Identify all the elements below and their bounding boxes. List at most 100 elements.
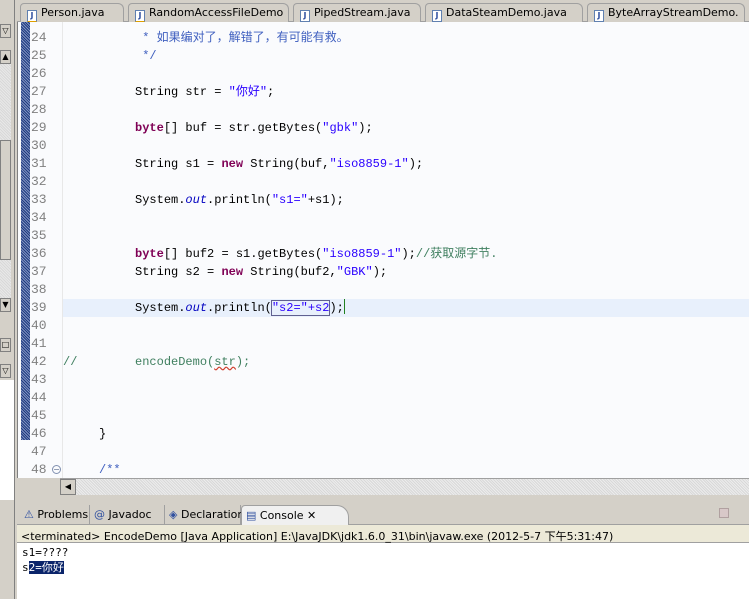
code-line[interactable] (63, 173, 749, 191)
code-editor[interactable]: 24 * 如果编对了，解错了，有可能有救。 25 */ 26 27 String st… (17, 22, 749, 478)
line-number: 26 (31, 66, 47, 81)
code-line[interactable]: // encodeDemo(str); (63, 353, 749, 371)
java-file-icon: J (300, 10, 310, 22)
code-token: * 如果编对了，解错了，有可能有救。 (63, 31, 349, 45)
java-file-warning-icon: J (27, 10, 37, 22)
horizontal-scrollbar[interactable]: ◀ (60, 478, 749, 495)
editor-tab[interactable]: J PipedStream.java (293, 3, 421, 22)
selected-text: 2=你好 (28, 561, 64, 574)
code-line[interactable] (63, 371, 749, 389)
java-file-icon: J (594, 10, 604, 22)
code-token: out (185, 193, 208, 207)
line-number: 39 (31, 300, 47, 315)
editor-tab[interactable]: J Person.java (20, 3, 124, 22)
code-token: byte (135, 247, 164, 261)
code-token: byte (135, 121, 164, 135)
line-number: 47 (31, 444, 47, 459)
line-number: 31 (31, 156, 47, 171)
editor-tab[interactable]: J DataSteamDemo.java (425, 3, 583, 22)
code-line[interactable] (63, 281, 749, 299)
code-token: ); (408, 157, 424, 171)
code-line[interactable]: byte[] buf = str.getBytes("gbk"); (63, 119, 749, 137)
editor-tab-bar: J Person.java J RandomAccessFileDemo J PipedS… (17, 0, 749, 22)
panel-tab[interactable]: @ Javadoc (90, 505, 165, 525)
tab-label: Problems (37, 508, 89, 521)
code-line[interactable] (63, 389, 749, 407)
tab-label: ByteArrayStreamDemo. (608, 6, 739, 19)
tab-label: Javadoc (108, 508, 152, 521)
code-line[interactable] (63, 137, 749, 155)
code-token: "GBK" (336, 265, 373, 279)
code-line[interactable] (63, 335, 749, 353)
maximize-icon[interactable]: □ (0, 338, 11, 352)
code-line[interactable]: String str = "你好"; (63, 83, 749, 101)
tab-label: Console (259, 509, 304, 522)
side-view-strip: ▽ ▲ ▼ □ ▽ (0, 0, 15, 599)
scroll-thumb[interactable] (0, 140, 11, 260)
line-number: 30 (31, 138, 47, 153)
code-line[interactable]: byte[] buf2 = s1.getBytes("iso8859-1");/… (63, 245, 749, 263)
terminate-icon[interactable] (719, 508, 729, 518)
code-line[interactable]: String s1 = new String(buf,"iso8859-1"); (63, 155, 749, 173)
at-icon: @ (94, 508, 109, 521)
console-output[interactable]: s1=???? s2=你好 (17, 543, 749, 599)
fold-icon[interactable]: − (52, 465, 61, 474)
line-number: 25 (31, 48, 47, 63)
editor-tab[interactable]: J ByteArrayStreamDemo. (587, 3, 745, 22)
console-line: s1=???? (22, 546, 69, 559)
line-number: 27 (31, 84, 47, 99)
code-line[interactable]: System.out.println("s1="+s1); (63, 191, 749, 209)
close-icon[interactable]: ✕ (304, 509, 316, 522)
code-token: // encodeDemo( (63, 355, 215, 369)
code-token: String(buf, (243, 157, 330, 171)
java-file-icon: J (432, 10, 442, 22)
code-token: ); (235, 355, 251, 369)
code-line[interactable] (63, 443, 749, 461)
code-token: new (221, 265, 244, 279)
code-line[interactable] (63, 101, 749, 119)
problems-icon: ⚠ (24, 508, 38, 521)
code-line[interactable] (63, 65, 749, 83)
code-line[interactable]: */ (63, 47, 749, 65)
code-line[interactable]: } (63, 425, 749, 443)
java-file-warning-icon: J (135, 10, 145, 22)
panel-tab[interactable]: ⚠ Problems (20, 505, 90, 525)
line-number: 35 (31, 228, 47, 243)
scroll-up-button[interactable]: ▲ (0, 50, 11, 64)
declaration-icon: ◈ (169, 508, 181, 521)
view-menu-icon[interactable]: ▽ (0, 24, 11, 38)
code-line[interactable]: String s2 = new String(buf2,"GBK"); (63, 263, 749, 281)
code-token: .println( (207, 193, 272, 207)
code-line[interactable] (63, 407, 749, 425)
line-number: 37 (31, 264, 47, 279)
code-token: ); (401, 247, 416, 261)
code-token: } (63, 427, 107, 441)
overview-ruler (21, 22, 30, 440)
scroll-left-button[interactable]: ◀ (60, 479, 76, 495)
scroll-down-button[interactable]: ▼ (0, 298, 11, 312)
tab-label: Declaration (180, 508, 245, 521)
code-token: "你好" (228, 85, 268, 99)
code-line[interactable]: /** (63, 461, 749, 479)
code-token: [] buf = str.getBytes( (163, 121, 323, 135)
code-line[interactable]: * 如果编对了，解错了，有可能有救。 (63, 29, 749, 47)
code-line[interactable] (63, 317, 749, 335)
panel-tab[interactable]: ▤ Console ✕ (241, 505, 349, 525)
line-number: 38 (31, 282, 47, 297)
editor-tab[interactable]: J RandomAccessFileDemo (128, 3, 289, 22)
line-number: 45 (31, 408, 47, 423)
code-line[interactable] (63, 227, 749, 245)
tab-label: PipedStream.java (314, 6, 411, 19)
line-number: 43 (31, 372, 47, 387)
code-token: System. (63, 301, 186, 315)
code-line[interactable]: System.out.println("s2="+s2); (63, 299, 749, 317)
line-number: 32 (31, 174, 47, 189)
code-token: out (185, 301, 208, 315)
code-line[interactable] (63, 209, 749, 227)
tab-label: DataSteamDemo.java (446, 6, 567, 19)
code-token: String str = (63, 85, 229, 99)
view-menu-icon-2[interactable]: ▽ (0, 364, 11, 378)
code-token: .println( (207, 301, 272, 315)
panel-tab[interactable]: ◈ Declaration (165, 505, 245, 525)
